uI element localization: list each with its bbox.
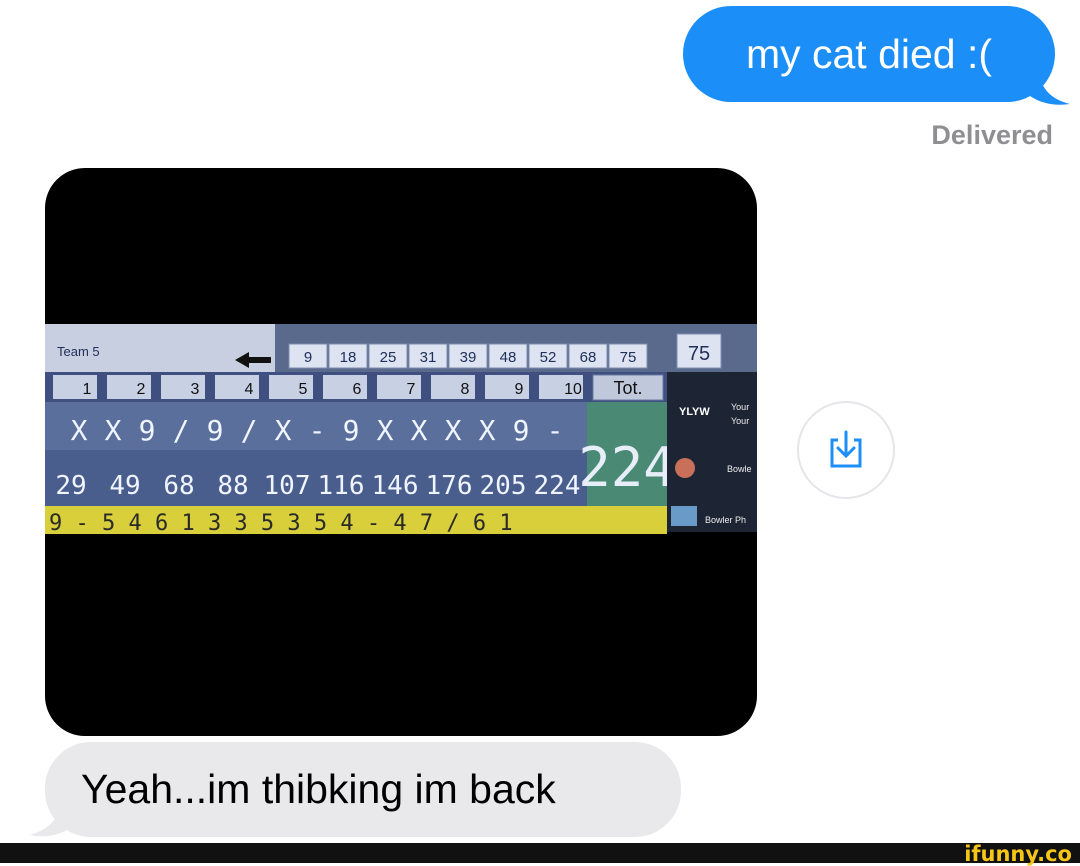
frame-number: 2 — [137, 381, 146, 398]
frame-number: 9 — [515, 381, 524, 398]
photo-attachment[interactable]: Team 5 9 18 25 31 39 48 52 68 75 75 1 2 3 4 5 6 7 8 9 10 … — [45, 168, 757, 736]
frame-mark: X — [479, 414, 496, 447]
frame-mark: - — [309, 414, 326, 447]
cumulative-score: 176 — [426, 471, 473, 501]
top-score-value: 31 — [420, 349, 437, 366]
side-label-bowler-photo: Bowler Ph — [705, 515, 746, 525]
top-score-value: 9 — [304, 349, 312, 366]
frame-mark: 9 — [513, 414, 530, 447]
tot-label: Tot. — [613, 378, 642, 398]
save-download-icon — [830, 430, 862, 468]
cumulative-score: 88 — [217, 471, 248, 501]
bottom-strip: 9 - 5 4 6 1 3 3 5 3 5 4 - 4 7 / 6 1 — [49, 511, 513, 536]
side-label-your-1: Your — [731, 402, 749, 412]
team-label: Team 5 — [57, 344, 100, 359]
bowler-avatar-icon — [675, 458, 695, 478]
cumulative-score: 107 — [264, 471, 311, 501]
side-label-bowler: Bowle — [727, 464, 752, 474]
frame-number: 8 — [461, 381, 470, 398]
frame-mark: 9 — [139, 414, 156, 447]
top-score-value: 18 — [340, 349, 357, 366]
top-total: 75 — [688, 343, 710, 365]
sent-message-text: my cat died :( — [745, 30, 993, 77]
frame-number: 3 — [191, 381, 200, 398]
frame-mark: X — [105, 414, 122, 447]
bowling-scoreboard-photo: Team 5 9 18 25 31 39 48 52 68 75 75 1 2 3 4 5 6 7 8 9 10 … — [45, 324, 757, 536]
sent-bubble-tail — [1030, 78, 1070, 105]
side-label-your-2: Your — [731, 416, 749, 426]
marks-row: X X 9/9/X -9 X X X X 9- — [71, 414, 564, 447]
top-score-value: 48 — [500, 349, 517, 366]
cumulative-score: 49 — [109, 471, 140, 501]
frame-mark: X — [445, 414, 462, 447]
cumulative-score: 29 — [55, 471, 86, 501]
sent-message-bubble[interactable]: my cat died :( — [683, 6, 1055, 102]
side-label-ylyw: YLYW — [679, 406, 710, 418]
frame-mark: / — [241, 414, 258, 447]
watermark: ifunny.co — [964, 842, 1072, 866]
frame-number: 1 — [83, 381, 92, 398]
frame-mark: 9 — [343, 414, 360, 447]
frame-mark: X — [71, 414, 88, 447]
cumulative-score: 146 — [372, 471, 419, 501]
top-score-value: 25 — [380, 349, 397, 366]
frame-mark: X — [275, 414, 292, 447]
frame-number: 10 — [564, 381, 582, 398]
cumulative-score: 224 — [534, 471, 581, 501]
received-message-text: Yeah...im thibking im back — [81, 766, 556, 812]
frame-number: 7 — [407, 381, 416, 398]
frame-mark: - — [547, 414, 564, 447]
frame-mark: 9 — [207, 414, 224, 447]
top-score-value: 75 — [620, 349, 637, 366]
top-score-value: 39 — [460, 349, 477, 366]
total-score: 224 — [578, 436, 676, 499]
frame-number: 6 — [353, 381, 362, 398]
cumulative-score-row: 29 49 68 88 107 116 146 176 205 224 — [55, 471, 580, 501]
cumulative-score: 68 — [163, 471, 194, 501]
watermark-bar — [0, 843, 1080, 863]
frame-number: 5 — [299, 381, 308, 398]
frame-mark: X — [411, 414, 428, 447]
top-score-value: 68 — [580, 349, 597, 366]
frame-mark: X — [377, 414, 394, 447]
top-score-value: 52 — [540, 349, 557, 366]
bowler-photo-icon — [671, 506, 697, 526]
frame-number: 4 — [245, 381, 254, 398]
cumulative-score: 116 — [318, 471, 365, 501]
delivered-status: Delivered — [931, 120, 1053, 150]
cumulative-score: 205 — [480, 471, 527, 501]
received-message-bubble[interactable]: Yeah...im thibking im back — [45, 742, 681, 837]
top-score-row: 9 18 25 31 39 48 52 68 75 — [288, 343, 648, 369]
save-button[interactable] — [797, 401, 895, 499]
frame-mark: / — [173, 414, 190, 447]
